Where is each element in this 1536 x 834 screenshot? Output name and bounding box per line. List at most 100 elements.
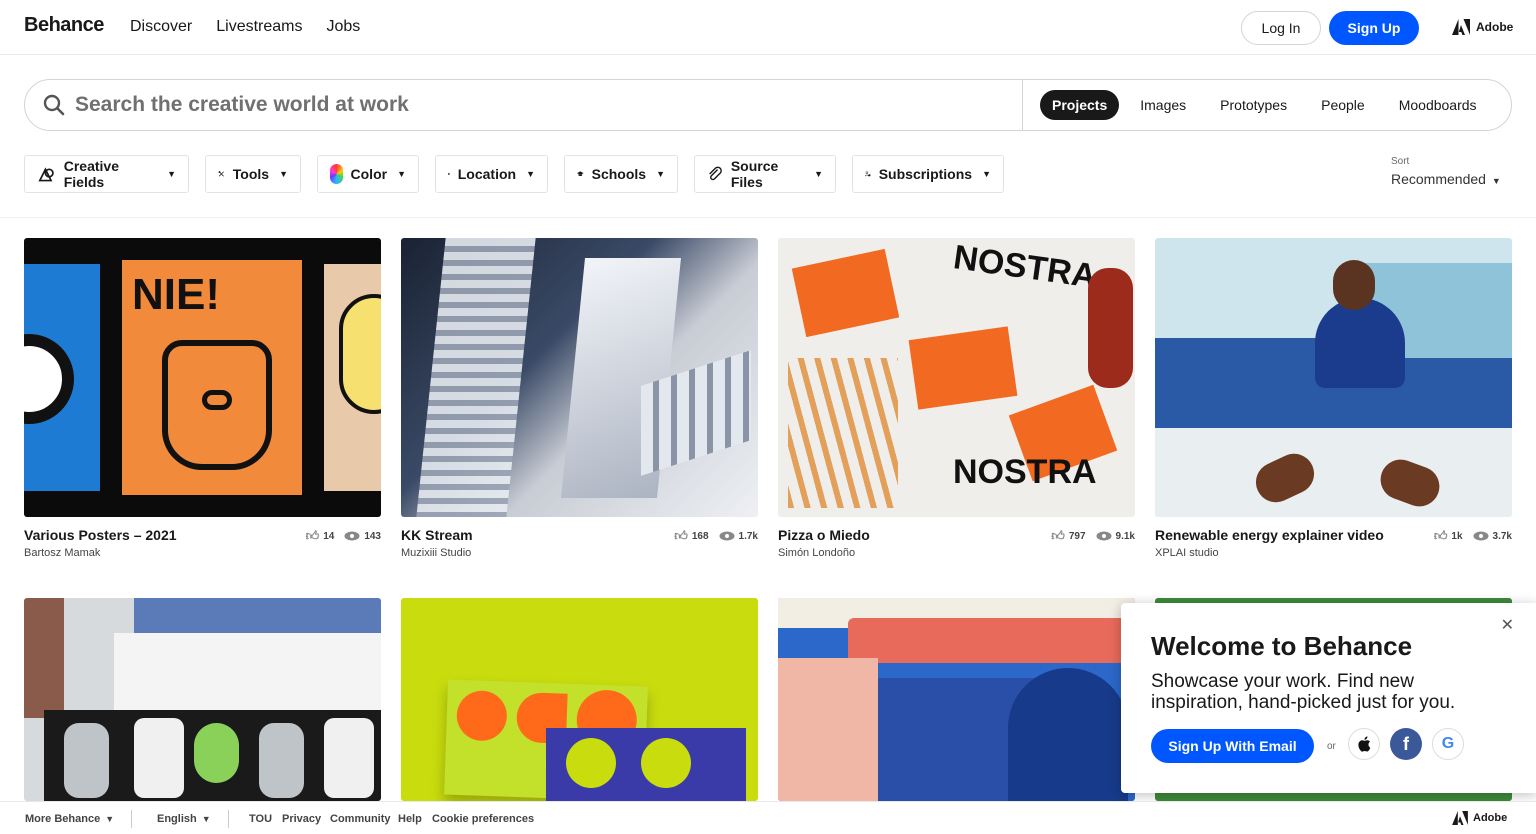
apple-icon <box>1358 736 1371 752</box>
nostra-text-2: NOSTRA <box>953 453 1097 491</box>
thumbs-up-icon: 👍︎ <box>305 528 320 543</box>
poster-orange: NIE! <box>122 260 302 495</box>
main-nav: Discover Livestreams Jobs <box>130 18 360 36</box>
footer-more-behance[interactable]: More Behance ▼ <box>25 813 114 825</box>
caret-down-icon: ▼ <box>279 169 288 179</box>
behance-logo[interactable]: Behance <box>24 14 104 37</box>
thumbs-up-icon: 👍︎ <box>674 528 688 543</box>
filter-color[interactable]: Color ▼ <box>317 155 419 193</box>
search-bar: Projects Images Prototypes People Moodbo… <box>24 79 1512 131</box>
thumbs-up-icon: 👍︎ <box>1051 528 1065 543</box>
filter-label: Source Files <box>730 158 779 190</box>
project-thumbnail[interactable]: NOSTRA NOSTRA <box>778 238 1135 517</box>
poster-text: NIE! <box>132 270 220 319</box>
nostra-text: NOSTRA <box>951 238 1099 296</box>
caret-down-icon: ▼ <box>105 814 115 824</box>
poster-blue <box>24 264 100 491</box>
thumbs-up-icon: 👍︎ <box>1433 528 1448 543</box>
project-card[interactable]: KK Stream Muzixiii Studio 👍︎ 168 1.7k <box>401 238 758 559</box>
like-count: 14 <box>323 530 335 542</box>
project-stats: 👍︎ 168 1.7k <box>674 528 758 544</box>
search-divider <box>1022 80 1023 130</box>
sort-dropdown[interactable]: Sort Recommended ▼ <box>1391 156 1501 187</box>
close-icon[interactable]: ✕ <box>1501 615 1514 635</box>
footer-link-help[interactable]: Help <box>398 813 422 825</box>
filter-subscriptions[interactable]: Subscriptions ▼ <box>852 155 1004 193</box>
filter-source-files[interactable]: Source Files ▼ <box>694 155 836 193</box>
nav-livestreams[interactable]: Livestreams <box>216 18 302 36</box>
login-button[interactable]: Log In <box>1241 11 1321 45</box>
project-card[interactable]: NOSTRA NOSTRA Pizza o Miedo Simón Londoñ… <box>778 238 1135 559</box>
location-pin-icon <box>448 172 450 176</box>
creative-fields-icon <box>38 167 54 182</box>
project-thumbnail[interactable]: sintropia <box>401 598 758 801</box>
project-owner[interactable]: XPLAI studio <box>1155 547 1512 559</box>
tab-prototypes[interactable]: Prototypes <box>1203 90 1304 120</box>
apple-signin-button[interactable] <box>1348 728 1380 760</box>
project-thumbnail[interactable] <box>24 598 381 801</box>
footer-adobe[interactable]: Adobe <box>1452 811 1507 825</box>
caret-down-icon: ▼ <box>397 169 406 179</box>
tab-people[interactable]: People <box>1304 90 1382 120</box>
project-card[interactable]: Renewable energy explainer video XPLAI s… <box>1155 238 1512 559</box>
view-count: 3.7k <box>1492 530 1512 542</box>
popup-subtitle: Showcase your work. Find new inspiration… <box>1151 671 1456 713</box>
caret-down-icon: ▼ <box>526 169 535 179</box>
filter-schools[interactable]: Schools ▼ <box>564 155 678 193</box>
tab-projects[interactable]: Projects <box>1040 90 1120 120</box>
project-card[interactable] <box>778 598 1135 801</box>
like-count: 797 <box>1068 530 1086 542</box>
welcome-popup: ✕ Welcome to Behance Showcase your work.… <box>1121 603 1536 793</box>
project-thumbnail[interactable]: NIE! <box>24 238 381 517</box>
footer-link-tou[interactable]: TOU <box>249 813 272 825</box>
footer-separator <box>228 810 229 828</box>
footer-separator <box>131 810 132 828</box>
filter-label: Color <box>350 166 388 182</box>
project-thumbnail[interactable] <box>778 598 1135 801</box>
popup-title: Welcome to Behance <box>1151 631 1413 661</box>
google-icon: G <box>1441 735 1455 752</box>
filter-label: Schools <box>591 166 647 182</box>
search-icon <box>43 94 65 116</box>
footer-adobe-label: Adobe <box>1473 812 1508 824</box>
eye-icon <box>344 531 360 541</box>
footer-link-cookie-preferences[interactable]: Cookie preferences <box>432 813 534 825</box>
project-stats: 👍︎ 1k 3.7k <box>1434 528 1512 544</box>
filter-location[interactable]: Location ▼ <box>435 155 548 193</box>
caret-down-icon: ▼ <box>656 169 665 179</box>
nav-discover[interactable]: Discover <box>130 18 192 36</box>
project-card[interactable]: sintropia <box>401 598 758 801</box>
filter-label: Creative Fields <box>63 158 119 190</box>
tab-images[interactable]: Images <box>1123 90 1203 120</box>
view-count: 9.1k <box>1115 530 1135 542</box>
nav-jobs[interactable]: Jobs <box>326 18 360 36</box>
project-thumbnail[interactable] <box>401 238 758 517</box>
tab-moodboards[interactable]: Moodboards <box>1382 90 1494 120</box>
project-owner[interactable]: Simón Londoño <box>778 547 1135 559</box>
project-owner[interactable]: Bartosz Mamak <box>24 547 381 559</box>
project-card[interactable] <box>24 598 381 801</box>
search-type-tabs: Projects Images Prototypes People Moodbo… <box>1040 90 1494 120</box>
google-signin-button[interactable]: G <box>1432 728 1464 760</box>
graduation-cap-icon <box>577 171 584 177</box>
footer-bar: More Behance ▼ English ▼ TOU Privacy Com… <box>0 801 1536 834</box>
signup-email-button[interactable]: Sign Up With Email <box>1151 729 1314 763</box>
adobe-icon <box>1452 811 1468 825</box>
adobe-link[interactable]: Adobe <box>1452 19 1513 35</box>
signup-button[interactable]: Sign Up <box>1329 11 1419 45</box>
project-card[interactable]: NIE! Various Posters – 2021 Bartosz Mama… <box>24 238 381 559</box>
adobe-label: Adobe <box>1476 20 1514 34</box>
footer-more-label: More Behance <box>25 813 101 825</box>
project-thumbnail[interactable] <box>1155 238 1512 517</box>
facebook-signin-button[interactable]: f <box>1390 728 1422 760</box>
search-input[interactable] <box>75 90 1015 120</box>
project-owner[interactable]: Muzixiii Studio <box>401 547 758 559</box>
filter-creative-fields[interactable]: Creative Fields ▼ <box>24 155 189 193</box>
filter-tools[interactable]: Tools ▼ <box>205 155 301 193</box>
view-count: 1.7k <box>738 530 758 542</box>
footer-language[interactable]: English ▼ <box>157 813 211 825</box>
caret-down-icon: ▼ <box>167 169 176 179</box>
footer-link-community[interactable]: Community <box>330 813 391 825</box>
footer-link-privacy[interactable]: Privacy <box>282 813 321 825</box>
sort-value: Recommended <box>1391 171 1486 187</box>
